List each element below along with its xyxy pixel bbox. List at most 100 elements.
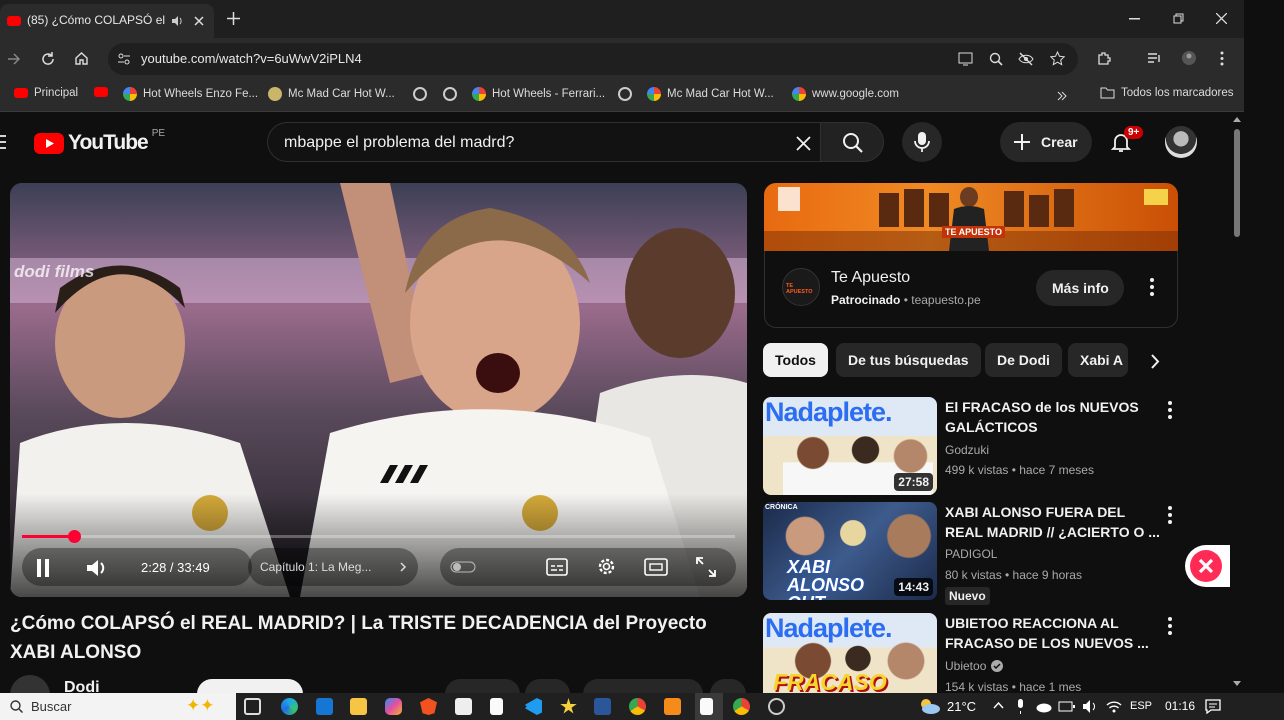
close-window-icon[interactable] bbox=[1216, 13, 1227, 24]
bookmark-globe-3[interactable] bbox=[618, 87, 632, 101]
speaker-icon[interactable] bbox=[170, 14, 184, 28]
subtitles-icon[interactable] bbox=[546, 558, 568, 576]
chips-next-icon[interactable] bbox=[1150, 354, 1160, 369]
recommendation-item[interactable]: Nadaplete. FRACASO UBIETOO REACCIONA AL … bbox=[763, 613, 1183, 693]
clear-search-icon[interactable] bbox=[796, 136, 811, 151]
tray-wifi-icon[interactable] bbox=[1106, 700, 1122, 713]
store-icon[interactable] bbox=[455, 698, 472, 715]
address-bar[interactable]: youtube.com/watch?v=6uWwV2iPLN4 bbox=[108, 43, 1078, 75]
all-bookmarks[interactable]: Todos los marcadores bbox=[1100, 87, 1234, 99]
document-icon[interactable] bbox=[490, 698, 503, 715]
chip-de-dodi[interactable]: De Dodi bbox=[985, 343, 1062, 377]
ad-card[interactable]: TE APUESTO Te Apuesto Patrocinado • teap… bbox=[764, 251, 1178, 328]
create-button[interactable]: Crear bbox=[1000, 122, 1092, 162]
chrome-active-icon[interactable] bbox=[733, 698, 750, 715]
pause-icon[interactable] bbox=[36, 559, 50, 577]
bookmark-youtube[interactable] bbox=[94, 87, 108, 97]
notification-center-icon[interactable] bbox=[1205, 699, 1221, 714]
close-tab-icon[interactable] bbox=[194, 16, 204, 26]
recommendation-title[interactable]: El FRACASO de los NUEVOS GALÁCTICOS bbox=[945, 397, 1160, 437]
tray-volume-icon[interactable] bbox=[1082, 699, 1098, 714]
star-icon[interactable] bbox=[1050, 51, 1065, 66]
mail-icon[interactable] bbox=[316, 698, 333, 715]
sublime-icon[interactable] bbox=[664, 698, 681, 715]
cast-icon[interactable] bbox=[958, 52, 973, 66]
language-indicator[interactable]: ESP bbox=[1130, 700, 1152, 712]
channel-avatar[interactable] bbox=[10, 675, 50, 693]
clock[interactable]: 01:16 bbox=[1165, 699, 1195, 713]
bookmark-globe-1[interactable] bbox=[413, 87, 427, 101]
progress-bar[interactable] bbox=[22, 530, 735, 543]
chrome-icon[interactable] bbox=[629, 698, 646, 715]
zoom-icon[interactable] bbox=[989, 52, 1003, 66]
scrollbar-thumb[interactable] bbox=[1234, 129, 1240, 237]
tray-cloud-icon[interactable] bbox=[1035, 700, 1052, 713]
recommendation-channel[interactable]: Godzuki bbox=[945, 443, 989, 457]
video-thumbnail[interactable]: Nadaplete. 27:58 bbox=[763, 397, 937, 495]
eye-off-icon[interactable] bbox=[1018, 52, 1034, 66]
floating-extension-button[interactable] bbox=[1185, 545, 1230, 587]
recommendation-title[interactable]: XABI ALONSO FUERA DEL REAL MADRID // ¿AC… bbox=[945, 502, 1160, 542]
page-scrollbar[interactable] bbox=[1230, 113, 1244, 693]
file-explorer-icon[interactable] bbox=[350, 698, 367, 715]
word-icon[interactable] bbox=[594, 698, 611, 715]
bookmark-hot-wheels-enzo[interactable]: Hot Wheels Enzo Fe... bbox=[123, 87, 258, 101]
chip-de-tus-busquedas[interactable]: De tus búsquedas bbox=[836, 343, 981, 377]
restore-icon[interactable] bbox=[1173, 13, 1184, 24]
forward-icon[interactable] bbox=[8, 53, 20, 65]
weather-widget[interactable]: 21°C bbox=[917, 697, 976, 715]
tray-mic-icon[interactable] bbox=[1016, 699, 1025, 714]
video-thumbnail[interactable]: CRÓNICA XABI ALONSO OUT 14:43 bbox=[763, 502, 937, 600]
profile-icon[interactable] bbox=[1181, 50, 1197, 66]
home-icon[interactable] bbox=[74, 51, 89, 66]
notepad-icon[interactable] bbox=[700, 698, 713, 715]
extensions-icon[interactable] bbox=[1097, 51, 1112, 66]
autoplay-toggle-icon[interactable] bbox=[450, 561, 476, 573]
notifications-button[interactable]: 9+ bbox=[1110, 126, 1144, 155]
like-button[interactable] bbox=[445, 679, 520, 693]
fullscreen-icon[interactable] bbox=[696, 557, 716, 577]
search-input[interactable]: mbappe el problema del madrd? bbox=[284, 134, 514, 152]
tray-battery-icon[interactable] bbox=[1058, 701, 1075, 712]
edge-icon[interactable] bbox=[281, 698, 298, 715]
task-view-icon[interactable] bbox=[244, 698, 261, 715]
volume-icon[interactable] bbox=[86, 558, 108, 578]
chapter-button[interactable]: Capítulo 1: La Meg... bbox=[248, 548, 418, 586]
menu-icon[interactable] bbox=[1220, 51, 1224, 66]
scroll-down-icon[interactable] bbox=[1233, 681, 1241, 686]
recommendation-item[interactable]: CRÓNICA XABI ALONSO OUT 14:43 XABI ALONS… bbox=[763, 502, 1183, 605]
video-thumbnail[interactable]: Nadaplete. FRACASO bbox=[763, 613, 937, 693]
video-options-icon[interactable] bbox=[1168, 401, 1172, 422]
bookmark-mc-mad-car-2[interactable]: Mc Mad Car Hot W... bbox=[647, 87, 774, 101]
share-button[interactable] bbox=[525, 679, 570, 693]
video-player[interactable]: dodi films 2:28 / 33:49 Capítulo 1: La M… bbox=[10, 183, 747, 597]
subscribe-button[interactable] bbox=[197, 679, 303, 693]
recommendation-channel[interactable]: PADIGOL bbox=[945, 547, 997, 561]
clock-app-icon[interactable] bbox=[768, 698, 785, 715]
progress-scrubber[interactable] bbox=[68, 530, 82, 543]
bookmark-google[interactable]: www.google.com bbox=[792, 87, 899, 101]
site-info-icon[interactable] bbox=[117, 52, 131, 66]
star-app-icon[interactable] bbox=[560, 698, 577, 714]
download-button[interactable] bbox=[583, 679, 703, 693]
search-box[interactable]: mbappe el problema del madrd? bbox=[267, 122, 820, 162]
minimize-icon[interactable] bbox=[1129, 18, 1140, 20]
reload-icon[interactable] bbox=[41, 52, 55, 66]
new-tab-icon[interactable] bbox=[227, 12, 240, 25]
recommendation-channel[interactable]: Ubietoo bbox=[945, 659, 1004, 673]
youtube-logo[interactable]: YouTube PE bbox=[34, 128, 165, 155]
channel-name[interactable]: Dodi bbox=[64, 679, 100, 693]
bookmark-globe-2[interactable] bbox=[443, 87, 457, 101]
vscode-icon[interactable] bbox=[525, 698, 542, 715]
media-control-icon[interactable] bbox=[1147, 52, 1163, 65]
tray-chevron-up-icon[interactable] bbox=[993, 702, 1004, 709]
settings-gear-icon[interactable] bbox=[596, 556, 617, 577]
video-options-icon[interactable] bbox=[1168, 506, 1172, 527]
bookmark-principal[interactable]: Principal bbox=[14, 87, 78, 99]
bookmark-hot-wheels-ferrari[interactable]: Hot Wheels - Ferrari... bbox=[472, 87, 605, 101]
ad-options-icon[interactable] bbox=[1150, 278, 1154, 299]
bookmark-mc-mad-car-1[interactable]: Mc Mad Car Hot W... bbox=[268, 87, 395, 101]
recommendation-title[interactable]: UBIETOO REACCIONA AL FRACASO DE LOS NUEV… bbox=[945, 613, 1160, 653]
voice-search-button[interactable] bbox=[902, 122, 942, 162]
recommendation-item[interactable]: Nadaplete. 27:58 El FRACASO de los NUEVO… bbox=[763, 397, 1183, 497]
